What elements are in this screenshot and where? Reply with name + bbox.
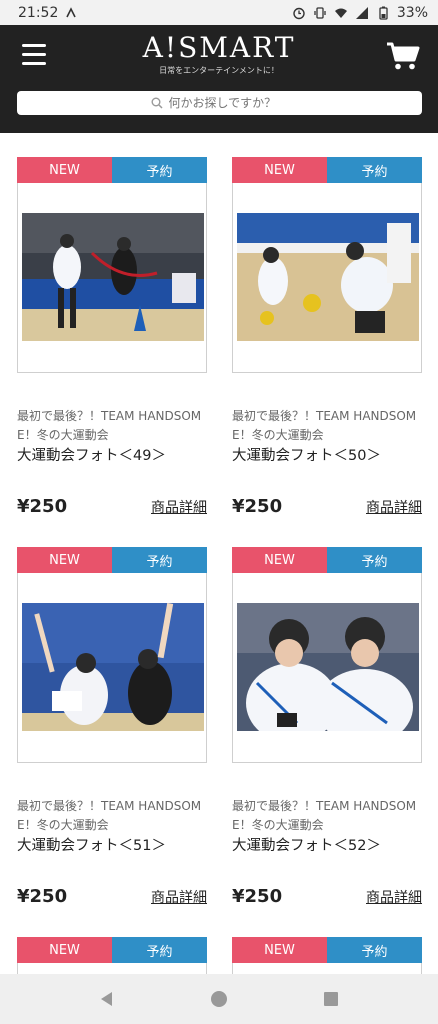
reserve-badge: 予約 <box>327 157 422 183</box>
product-card: NEW 予約 最初で最後？！TEAM HANDSOM E！冬の大運動会 大運動会… <box>17 547 207 907</box>
triangle-back-icon[interactable] <box>97 989 117 1009</box>
product-series: 最初で最後？！TEAM HANDSOM E！冬の大運動会 <box>17 799 202 832</box>
product-series: 最初で最後？！TEAM HANDSOM E！冬の大運動会 <box>232 409 417 442</box>
new-badge: NEW <box>232 937 327 963</box>
sync-icon <box>66 6 77 17</box>
new-badge: NEW <box>232 157 327 183</box>
product-series: 最初で最後？！TEAM HANDSOM E！冬の大運動会 <box>17 409 202 442</box>
product-price: ¥250 <box>232 886 283 907</box>
product-card: NEW 予約 最初で最後？！TEAM HANDSOM E！冬の大運動会 大運動会… <box>232 547 422 907</box>
product-series: 最初で最後？！TEAM HANDSOM E！冬の大運動会 <box>232 799 417 832</box>
badge-row: NEW 予約 <box>17 547 207 573</box>
new-badge: NEW <box>17 157 112 183</box>
reserve-badge: 予約 <box>112 547 207 573</box>
badge-row: NEW 予約 <box>17 937 207 963</box>
reserve-badge: 予約 <box>327 547 422 573</box>
product-price: ¥250 <box>17 886 68 907</box>
search-icon <box>151 97 163 109</box>
product-photo <box>237 603 419 731</box>
battery-icon <box>379 6 388 20</box>
new-badge: NEW <box>17 937 112 963</box>
site-tagline: 日常をエンターテインメントに！ <box>159 66 279 75</box>
search-input[interactable] <box>168 96 289 110</box>
product-photo <box>22 603 204 731</box>
product-detail-link[interactable]: 商品詳細 <box>151 887 207 907</box>
product-price: ¥250 <box>17 496 68 517</box>
badge-row: NEW 予約 <box>232 547 422 573</box>
signal-icon <box>355 6 368 19</box>
square-recents-icon[interactable] <box>321 989 341 1009</box>
product-name[interactable]: 大運動会フォト＜49＞ <box>17 446 207 466</box>
product-name[interactable]: 大運動会フォト＜52＞ <box>232 836 422 856</box>
wifi-icon <box>334 8 347 18</box>
circle-home-icon[interactable] <box>209 989 229 1009</box>
badge-row: NEW 予約 <box>17 157 207 183</box>
product-thumbnail[interactable] <box>17 573 207 763</box>
badge-row: NEW 予約 <box>232 937 422 963</box>
product-thumbnail[interactable] <box>17 183 207 373</box>
reserve-badge: 予約 <box>327 937 422 963</box>
cart-icon[interactable] <box>386 41 420 71</box>
product-price: ¥250 <box>232 496 283 517</box>
site-logo[interactable]: A!SMART <box>0 31 438 64</box>
product-card: NEW 予約 最初で最後？！TEAM HANDSOM E！冬の大運動会 大運動会… <box>17 157 207 517</box>
status-bar: 21:52 33% <box>0 0 438 25</box>
product-card: NEW 予約 最初で最後？！TEAM HANDSOM E！冬の大運動会 大運動会 <box>232 157 422 517</box>
product-detail-link[interactable]: 商品詳細 <box>366 497 422 517</box>
reserve-badge: 予約 <box>112 157 207 183</box>
alarm-icon <box>293 7 305 19</box>
product-thumbnail[interactable] <box>232 183 422 373</box>
product-name[interactable]: 大運動会フォト＜50＞ <box>232 446 422 466</box>
site-header: A!SMART 日常をエンターテインメントに！ <box>0 25 438 133</box>
battery-percent: 33% <box>396 4 428 21</box>
product-detail-link[interactable]: 商品詳細 <box>151 497 207 517</box>
new-badge: NEW <box>232 547 327 573</box>
clock: 21:52 <box>18 4 59 21</box>
new-badge: NEW <box>17 547 112 573</box>
product-detail-link[interactable]: 商品詳細 <box>366 887 422 907</box>
brand[interactable]: A!SMART 日常をエンターテインメントに！ <box>0 31 438 76</box>
product-name[interactable]: 大運動会フォト＜51＞ <box>17 836 207 856</box>
product-photo <box>237 213 419 341</box>
search-bar[interactable] <box>17 91 422 115</box>
product-photo <box>22 213 204 341</box>
system-nav-bar <box>0 974 438 1024</box>
vibrate-icon <box>314 6 326 19</box>
badge-row: NEW 予約 <box>232 157 422 183</box>
product-card: NEW 予約 <box>17 937 207 975</box>
reserve-badge: 予約 <box>112 937 207 963</box>
product-thumbnail[interactable] <box>232 573 422 763</box>
product-card: NEW 予約 <box>232 937 422 975</box>
